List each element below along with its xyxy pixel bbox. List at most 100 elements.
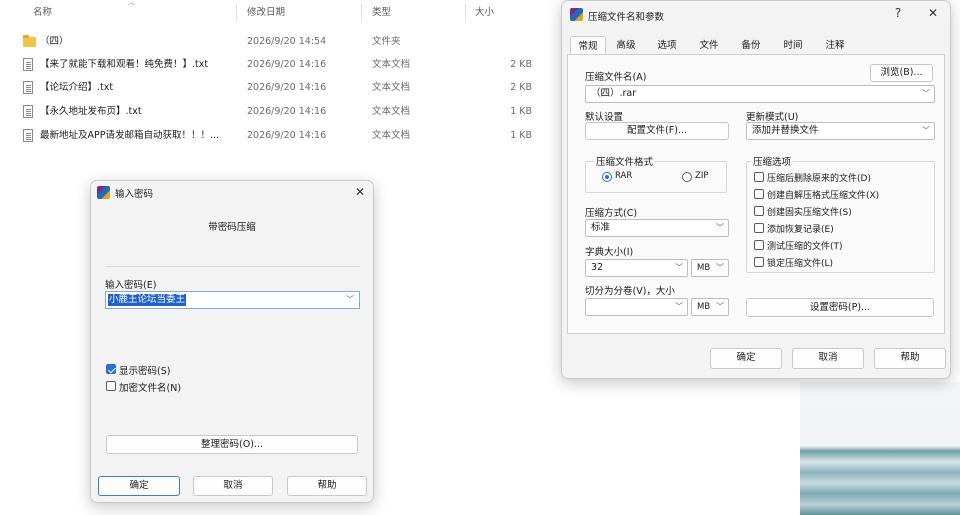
archive-name-label: 压缩文件名(A)	[585, 72, 647, 83]
dictionary-size-value: 32	[591, 262, 604, 273]
file-row[interactable]: 【论坛介绍】.txt 2026/9/20 14:16 文本文档 2 KB	[0, 76, 560, 99]
file-size: 1 KB	[510, 106, 532, 117]
winrar-app-icon	[570, 8, 583, 21]
text-file-icon	[23, 81, 33, 94]
column-divider[interactable]	[465, 4, 466, 22]
tab-panel-general: 压缩文件名(A) 浏览(B)... （四）.rar ﹀ 默认设置 配置文件(F)…	[567, 54, 945, 334]
help-button[interactable]: 帮助	[287, 476, 367, 496]
file-size: 2 KB	[510, 59, 532, 70]
file-name: 【永久地址发布页】.txt	[40, 106, 142, 117]
split-volumes-label: 切分为分卷(V)，大小	[585, 286, 675, 297]
close-icon[interactable]: ✕	[924, 4, 942, 22]
enter-password-dialog: 输入密码 ✕ 带密码压缩 输入密码(E) 小鹿王论坛当委王 ﹀ 显示密码(S) …	[90, 180, 374, 503]
column-header-type[interactable]: 类型	[372, 0, 391, 26]
file-type: 文本文档	[372, 130, 411, 141]
archive-format-group: 压缩文件格式 RAR ZIP	[585, 154, 727, 193]
chevron-down-icon: ﹀	[922, 89, 930, 98]
help-icon[interactable]: ?	[889, 4, 907, 22]
file-type: 文本文档	[372, 106, 411, 117]
archive-parameters-dialog: 压缩文件名和参数 ? ✕ 常规 高级 选项 文件 备份 时间 注释 压缩文件名(…	[561, 0, 951, 379]
show-password-checkbox[interactable]	[106, 364, 116, 374]
format-zip-radio[interactable]	[682, 172, 692, 182]
profiles-button[interactable]: 配置文件(F)...	[585, 122, 729, 140]
file-name: 【来了就能下载和观看！纯免费！】.txt	[40, 59, 209, 70]
column-header-size[interactable]: 大小	[475, 0, 494, 26]
column-header-date[interactable]: 修改日期	[247, 0, 285, 26]
column-divider[interactable]	[236, 4, 237, 22]
ok-button[interactable]: 确定	[98, 476, 180, 496]
password-value: 小鹿王论坛当委王	[108, 294, 187, 306]
file-type: 文本文档	[372, 82, 411, 93]
compression-method-select[interactable]: 标准 ﹀	[585, 219, 729, 237]
split-unit-select[interactable]: MB ﹀	[691, 298, 729, 316]
chevron-down-icon: ﹀	[716, 302, 724, 311]
update-mode-label: 更新模式(U)	[746, 112, 799, 123]
chevron-down-icon: ﹀	[346, 295, 354, 304]
dictionary-unit-value: MB	[697, 263, 711, 273]
file-name: 最新地址及APP请发邮箱自动获取！！！...	[40, 130, 220, 141]
help-button[interactable]: 帮助	[874, 348, 946, 369]
update-mode-select[interactable]: 添加并替换文件 ﹀	[746, 122, 935, 140]
close-icon[interactable]: ✕	[351, 183, 369, 201]
add-recovery-record-checkbox[interactable]	[754, 223, 764, 233]
file-name: （四）	[40, 36, 69, 47]
encrypt-file-names-label: 加密文件名(N)	[119, 383, 182, 394]
enter-password-label: 输入密码(E)	[105, 280, 157, 291]
text-file-icon	[23, 129, 33, 142]
add-recovery-record-label: 添加恢复记录(E)	[767, 225, 834, 235]
file-date: 2026/9/20 14:16	[247, 130, 327, 141]
encrypt-file-names-checkbox[interactable]	[106, 381, 116, 391]
password-input[interactable]: 小鹿王论坛当委王 ﹀	[105, 291, 360, 309]
archiving-options-group: 压缩选项 压缩后删除原来的文件(D) 创建自解压格式压缩文件(X) 创建固实压缩…	[746, 154, 935, 273]
archive-name-combo[interactable]: （四）.rar ﹀	[585, 85, 935, 103]
winrar-app-icon	[97, 186, 110, 199]
file-row[interactable]: 最新地址及APP请发邮箱自动获取！！！... 2026/9/20 14:16 文…	[0, 124, 560, 147]
compression-method-label: 压缩方式(C)	[585, 208, 638, 219]
file-row[interactable]: 【永久地址发布页】.txt 2026/9/20 14:16 文本文档 1 KB	[0, 100, 560, 123]
file-row[interactable]: 【来了就能下载和观看！纯免费！】.txt 2026/9/20 14:16 文本文…	[0, 53, 560, 76]
test-archived-files-checkbox[interactable]	[754, 240, 764, 250]
dictionary-size-select[interactable]: 32 ﹀	[585, 259, 688, 277]
delete-after-archiving-label: 压缩后删除原来的文件(D)	[767, 174, 871, 184]
column-header-name[interactable]: 名称	[33, 0, 52, 26]
split-unit-value: MB	[697, 302, 711, 312]
password-heading: 带密码压缩	[208, 222, 256, 233]
dictionary-unit-select[interactable]: MB ﹀	[691, 259, 729, 277]
delete-after-archiving-checkbox[interactable]	[754, 172, 764, 182]
browse-button[interactable]: 浏览(B)...	[870, 64, 933, 82]
cancel-button[interactable]: 取消	[193, 476, 273, 496]
tab-files[interactable]: 文件	[692, 36, 726, 55]
tab-time[interactable]: 时间	[776, 36, 810, 55]
split-volumes-select[interactable]: ﹀	[585, 298, 688, 316]
compression-method-value: 标准	[591, 222, 611, 233]
file-row[interactable]: （四） 2026/9/20 14:54 文件夹	[0, 30, 560, 53]
column-divider[interactable]	[361, 4, 362, 22]
format-rar-radio[interactable]	[602, 172, 612, 182]
tab-advanced[interactable]: 高级	[609, 36, 643, 55]
dialog-title: 压缩文件名和参数	[588, 12, 665, 23]
archiving-options-label: 压缩选项	[751, 154, 794, 168]
set-password-button[interactable]: 设置密码(P)...	[746, 298, 934, 317]
chevron-down-icon: ﹀	[675, 302, 683, 311]
text-file-icon	[23, 58, 33, 71]
tab-backup[interactable]: 备份	[734, 36, 768, 55]
tab-general[interactable]: 常规	[570, 36, 606, 55]
lock-archive-checkbox[interactable]	[754, 257, 764, 267]
file-type: 文件夹	[372, 36, 401, 47]
dictionary-size-label: 字典大小(I)	[585, 247, 634, 258]
archive-name-value: （四）.rar	[591, 88, 637, 99]
tab-comment[interactable]: 注释	[818, 36, 852, 55]
chevron-down-icon: ﹀	[716, 223, 724, 232]
organize-passwords-button[interactable]: 整理密码(O)...	[106, 435, 358, 454]
ok-button[interactable]: 确定	[710, 348, 782, 369]
file-date: 2026/9/20 14:16	[247, 82, 327, 93]
create-solid-checkbox[interactable]	[754, 206, 764, 216]
chevron-down-icon: ﹀	[716, 263, 724, 272]
archive-format-label: 压缩文件格式	[594, 154, 656, 168]
tab-options[interactable]: 选项	[650, 36, 684, 55]
file-date: 2026/9/20 14:54	[247, 36, 327, 47]
cancel-button[interactable]: 取消	[792, 348, 864, 369]
show-password-label: 显示密码(S)	[119, 366, 171, 377]
profile-label: 默认设置	[585, 112, 624, 123]
create-sfx-checkbox[interactable]	[754, 189, 764, 199]
